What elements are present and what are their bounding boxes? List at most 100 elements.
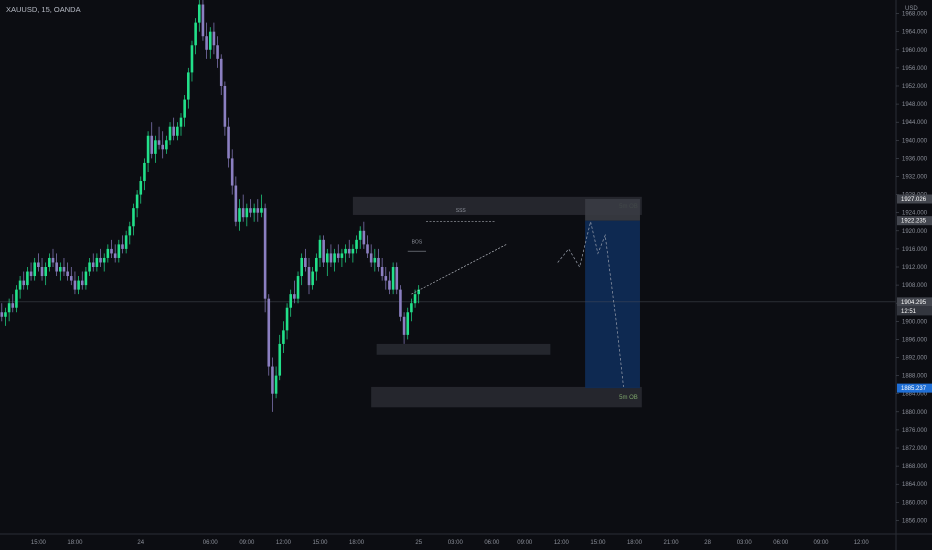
price-tick-label: 1968.000 [902, 12, 928, 18]
demand-zone[interactable] [376, 343, 551, 355]
price-tick-label: 1920.000 [902, 229, 928, 235]
candle-body [176, 126, 179, 136]
candle-body [143, 162, 146, 182]
candle-body [340, 253, 344, 258]
candle-body [208, 31, 212, 50]
candle-body [66, 271, 69, 277]
price-tick-label: 1900.000 [902, 319, 928, 325]
candle-body [263, 208, 267, 299]
candle-body [128, 226, 132, 236]
candle-body [15, 289, 18, 308]
candle-body [40, 267, 44, 277]
time-tick-label: 15:00 [590, 540, 606, 546]
price-tick-label: 1924.000 [902, 211, 928, 217]
time-tick-label: 15:00 [31, 540, 47, 546]
candle-body [51, 257, 55, 263]
price-tick-label: 1916.000 [902, 247, 928, 253]
candle-body [157, 140, 161, 145]
candle-body [37, 262, 40, 267]
candle-body [391, 267, 395, 290]
candle-body [315, 257, 318, 272]
price-tick-label: 1880.000 [902, 410, 928, 416]
candle-body [413, 294, 417, 304]
candle-body [344, 248, 347, 254]
candle-body [33, 262, 37, 277]
candle-body [22, 280, 26, 286]
candle-body [234, 185, 238, 222]
price-tick-label: 1868.000 [902, 464, 928, 470]
candle-body [256, 208, 260, 213]
candle-body [80, 280, 84, 286]
time-tick-label: 06:00 [773, 540, 789, 546]
candle-body [318, 239, 322, 258]
candle-body [260, 208, 263, 213]
candle-body [113, 253, 117, 258]
time-tick-label: 12:00 [854, 540, 870, 546]
order-block-zone[interactable] [371, 386, 642, 408]
symbol-label[interactable]: XAUUSD, 15, OANDA [6, 5, 81, 14]
candle-body [366, 244, 369, 254]
candle-body [252, 208, 256, 213]
time-tick-label: 18:00 [627, 540, 643, 546]
sss-label: SSS [456, 208, 467, 214]
candle-body [245, 208, 249, 218]
candle-body [278, 343, 282, 376]
price-chart[interactable]: 5m OB5m OB SSSBOS 1856.0001860.0001864.0… [0, 0, 932, 550]
candle-body [124, 235, 128, 249]
candle-body [121, 244, 124, 249]
time-tick-label: 12:00 [276, 540, 292, 546]
candle-body [271, 366, 274, 394]
candle-body [205, 36, 208, 50]
candle-body [282, 330, 285, 344]
candle-body [26, 271, 29, 286]
candle-body [106, 248, 110, 258]
time-tick-label: 09:00 [813, 540, 829, 546]
price-tick-label: 1860.000 [902, 500, 928, 506]
candle-body [197, 4, 201, 23]
time-tick-label: 24 [137, 540, 144, 546]
candle-body [296, 276, 300, 299]
candle-body [322, 239, 325, 263]
candle-body [351, 248, 355, 254]
price-tick-label: 1956.000 [902, 66, 928, 72]
price-tag-label: 1904.295 [901, 300, 927, 306]
stop-loss-zone[interactable] [585, 199, 640, 221]
take-profit-zone[interactable] [585, 220, 640, 389]
candle-body [183, 99, 186, 118]
price-tick-label: 1952.000 [902, 84, 928, 90]
candle-body [216, 45, 219, 59]
candle-body [300, 257, 303, 277]
price-tick-label: 1856.000 [902, 518, 928, 524]
candle-body [4, 312, 7, 317]
candle-body [325, 253, 329, 263]
candle-body [102, 257, 106, 263]
candle-body [402, 316, 406, 335]
time-tick-label: 15:00 [312, 540, 328, 546]
candle-body [373, 257, 377, 263]
candle-body [88, 262, 91, 272]
candle-body [304, 257, 307, 267]
time-tick-label: 09:00 [239, 540, 255, 546]
time-tick-label: 06:00 [203, 540, 219, 546]
candle-body [274, 375, 278, 394]
candle-body [99, 257, 102, 263]
candle-body [18, 280, 22, 290]
candle-body [29, 271, 33, 277]
candle-body [289, 294, 293, 308]
price-tick-label: 1892.000 [902, 356, 928, 362]
price-tick-label: 1944.000 [902, 120, 928, 126]
candle-body [135, 194, 139, 209]
candle-body [132, 208, 135, 227]
candle-body [212, 31, 216, 46]
candle-body [7, 303, 11, 313]
time-tick-label: 12:00 [554, 540, 570, 546]
price-tick-label: 1876.000 [902, 428, 928, 434]
candle-body [59, 267, 62, 272]
price-tick-label: 1912.000 [902, 265, 928, 271]
candle-body [311, 271, 314, 286]
candle-body [267, 298, 271, 367]
price-tick-label: 1872.000 [902, 446, 928, 452]
bos-label: BOS [412, 239, 423, 245]
candle-body [73, 280, 77, 290]
order-block-label: 5m OB [619, 395, 638, 401]
